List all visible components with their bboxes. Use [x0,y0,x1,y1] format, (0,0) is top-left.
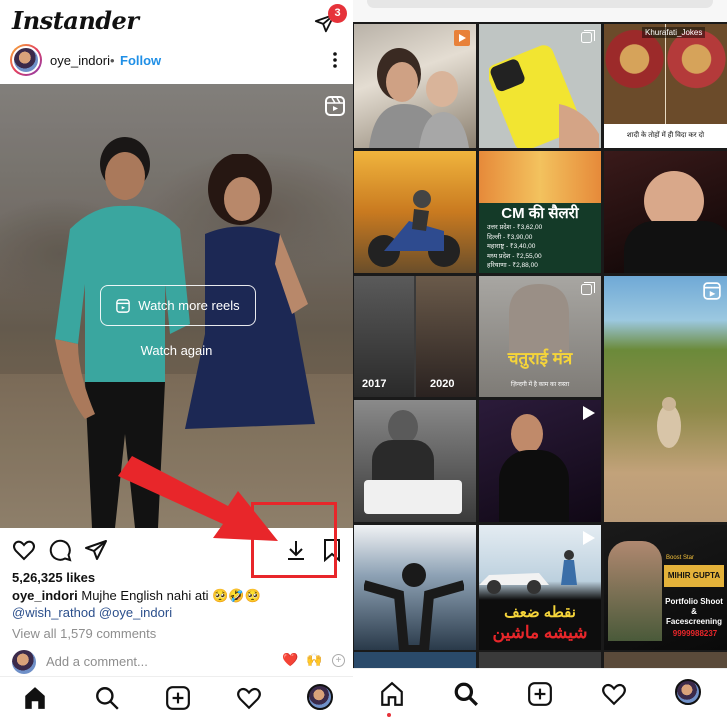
explore-tile[interactable]: CM की सैलरी उत्तर प्रदेश - ₹3,62,00 दिल्… [479,151,601,273]
search-icon[interactable] [453,681,479,707]
reels-badge-icon [703,282,721,300]
tile-name: MIHIR GUPTA [664,565,724,587]
post-username[interactable]: oye_indori [50,53,110,68]
tile-phone: 9999988237 [672,629,718,638]
tile-salary-list: उत्तर प्रदेश - ₹3,62,00 दिल्ली - ₹3,90,0… [487,223,597,271]
explore-tile[interactable] [354,151,476,273]
view-all-comments-link[interactable]: View all 1,579 comments [12,626,156,641]
tile-year-left: 2017 [362,378,387,390]
explore-tile[interactable]: 2017 2020 [354,276,476,397]
tile-caption: ज़िन्दगी में है काम का रास्ता [510,382,570,388]
caption-username[interactable]: oye_indori [12,588,78,603]
salary-row: महाराष्ट्र - ₹3,40,00 [487,243,536,250]
explore-tile[interactable] [479,400,601,522]
watch-more-label: Watch more reels [138,298,240,313]
notification-badge: 3 [328,4,347,23]
tile-service: Portfolio Shoot & Facescreening [665,597,723,626]
salary-row: दिल्ली - ₹3,90,00 [487,233,533,241]
post-author-avatar[interactable] [10,44,42,76]
create-icon[interactable] [527,681,553,707]
explore-search-bar[interactable] [367,0,713,8]
post-caption: oye_indori Mujhe English nahi ati 🥺🤣🥺 [12,588,261,604]
reels-icon [325,96,345,116]
home-icon[interactable] [379,681,405,707]
salary-row: मध्य प्रदेश - ₹2,55,00 [487,252,542,260]
more-emoji-plus-icon[interactable]: + [332,654,345,667]
add-comment-input[interactable]: Add a comment... [46,654,148,669]
salary-row: उत्तर प्रदेश - ₹3,62,00 [487,224,543,231]
tile-handle: Khurafati_Jokes [642,27,706,38]
explore-tile[interactable] [479,24,601,148]
separator-dot: • [110,53,115,68]
explore-search-strip [353,0,727,22]
share-icon[interactable] [84,538,108,562]
like-heart-icon[interactable] [12,538,36,562]
explore-tile[interactable] [354,24,476,148]
follow-button[interactable]: Follow [120,53,161,68]
reels-small-icon [116,298,131,313]
play-icon [583,406,595,420]
tile-title: CM की सैलरी [501,205,579,222]
home-icon[interactable] [22,685,48,711]
explore-tile[interactable]: نقطه ضعف شیشه ماشین [479,525,601,650]
comment-icon[interactable] [48,538,72,562]
play-icon [583,531,595,545]
explore-tile[interactable] [354,525,476,650]
explore-tile[interactable]: Khurafati_Jokes शादी के तोहों में ही विद… [604,24,727,148]
likes-count[interactable]: 5,26,325 likes [12,570,95,585]
tile-subtitle: شیشه ماشین [492,623,588,642]
carousel-icon [581,30,595,43]
explore-tile[interactable]: Boost Star MIHIR GUPTA Portfolio Shoot &… [604,525,727,650]
tile-caption: शादी के तोहों में ही विदा कर दो [604,124,727,148]
reels-badge-icon [454,30,470,46]
tile-tag: Boost Star [666,555,695,561]
my-avatar [12,650,36,674]
bottom-navigation [0,676,353,720]
explore-tile[interactable] [354,400,476,522]
quick-emoji-heart[interactable]: ❤️ [282,652,298,668]
add-comment-row: Add a comment... ❤️ 🙌 + [0,648,353,674]
watch-again-link[interactable]: Watch again [0,343,353,358]
activity-heart-icon[interactable] [236,685,262,711]
caption-mentions[interactable]: @wish_rathod @oye_indori [12,605,172,620]
caption-text: Mujhe English nahi ati 🥺🤣🥺 [81,588,261,603]
activity-heart-icon[interactable] [601,681,627,707]
profile-avatar[interactable] [675,679,701,705]
top-bar: Instander 3 [0,0,353,46]
tile-title: نقطه ضعف [504,604,576,621]
download-highlight-box [251,502,337,578]
explore-tile[interactable] [604,276,727,522]
post-header: oye_indori • Follow [0,44,353,80]
left-pane: Instander 3 oye_indori • Follow Watch mo… [0,0,353,720]
explore-tile[interactable] [604,151,727,273]
salary-row: हरियाणा - ₹2,88,00 [487,262,538,269]
tile-year-right: 2020 [430,378,455,390]
create-icon[interactable] [165,685,191,711]
explore-tile[interactable]: चतुराई मंत्र ज़िन्दगी में है काम का रास्… [479,276,601,397]
quick-emoji-raised-hands[interactable]: 🙌 [306,652,322,668]
app-logo: Instander [12,6,139,35]
carousel-icon [581,282,595,295]
watch-more-reels-button[interactable]: Watch more reels [100,285,256,326]
new-activity-dot [387,713,391,717]
profile-avatar[interactable] [307,684,333,710]
explore-pane: Khurafati_Jokes शादी के तोहों में ही विद… [353,0,727,720]
direct-messages-button[interactable]: 3 [314,4,347,36]
search-icon[interactable] [94,685,120,711]
more-options-icon[interactable] [330,50,340,70]
tile-title: चतुराई मंत्र [507,349,573,368]
bottom-navigation-explore [353,668,727,720]
